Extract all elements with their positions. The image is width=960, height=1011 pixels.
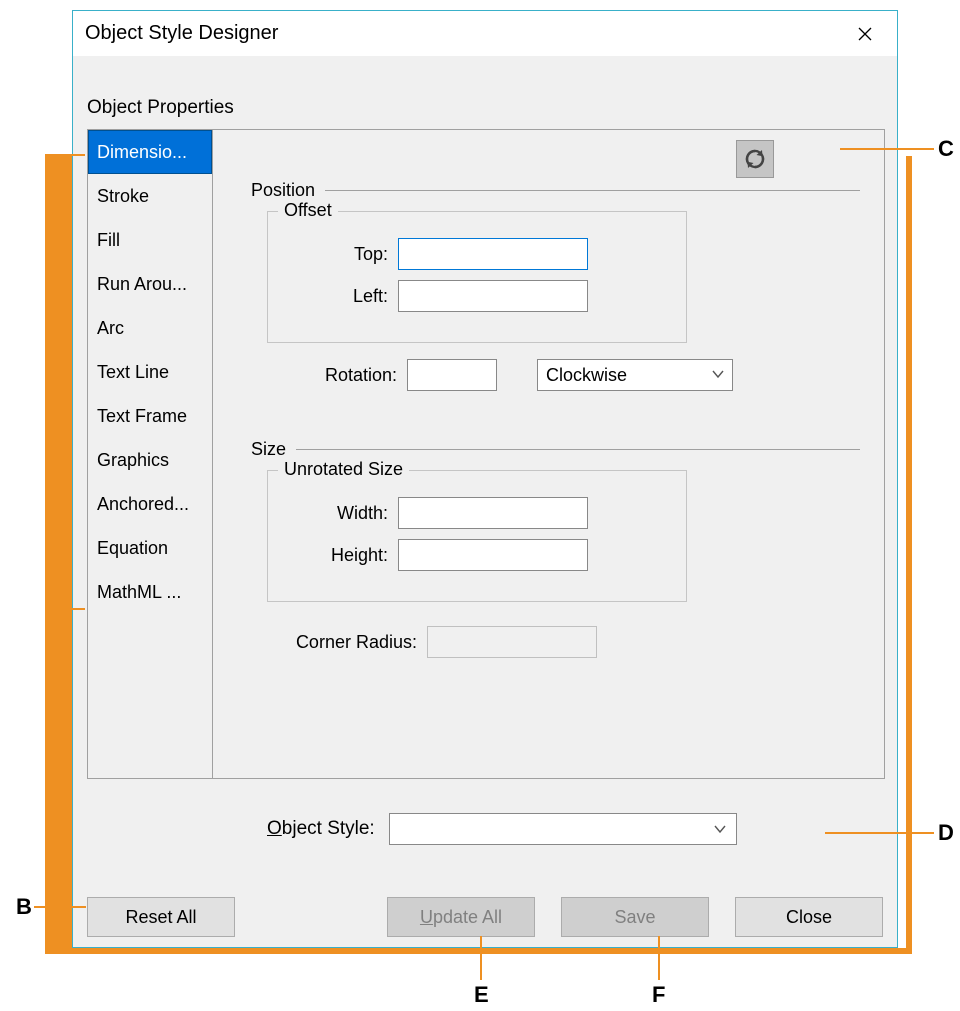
unrotated-size-fieldset: Unrotated Size Width: Height: — [267, 470, 687, 602]
chevron-down-icon — [712, 368, 724, 380]
corner-radius-row: Corner Radius: — [267, 626, 860, 658]
offset-legend: Offset — [278, 200, 338, 221]
rotation-row: Rotation: Clockwise — [267, 359, 860, 391]
tab-fill[interactable]: Fill — [88, 218, 212, 262]
tab-text-line[interactable]: Text Line — [88, 350, 212, 394]
dialog-buttons: Reset All Update All Save Close — [87, 897, 883, 937]
object-properties-label: Object Properties — [87, 97, 234, 119]
offset-fieldset: Offset Top: Left: — [267, 211, 687, 343]
left-label: Left: — [288, 286, 388, 307]
left-input[interactable] — [398, 280, 588, 312]
size-group-header: Size — [251, 439, 860, 460]
corner-radius-input — [427, 626, 597, 658]
update-all-button[interactable]: Update All — [387, 897, 535, 937]
save-button[interactable]: Save — [561, 897, 709, 937]
callout-d: D — [938, 820, 954, 846]
callout-e: E — [474, 982, 489, 1008]
top-input[interactable] — [398, 238, 588, 270]
titlebar: Object Style Designer — [73, 11, 897, 57]
height-label: Height: — [288, 545, 388, 566]
category-tabs: Dimensio... Stroke Fill Run Arou... Arc … — [88, 130, 213, 778]
refresh-icon[interactable] — [736, 140, 774, 178]
rotation-direction-value: Clockwise — [546, 365, 627, 386]
rotation-direction-select[interactable]: Clockwise — [537, 359, 733, 391]
corner-radius-label: Corner Radius: — [267, 632, 417, 653]
object-style-label: Object Style: — [267, 818, 375, 840]
callout-f: F — [652, 982, 665, 1008]
position-group-header: Position — [251, 180, 860, 201]
object-style-row: Object Style: — [267, 813, 737, 845]
width-label: Width: — [288, 503, 388, 524]
properties-panel: Dimensio... Stroke Fill Run Arou... Arc … — [87, 129, 885, 779]
top-label: Top: — [288, 244, 388, 265]
unrotated-legend: Unrotated Size — [278, 459, 409, 480]
tab-text-frame[interactable]: Text Frame — [88, 394, 212, 438]
rotation-input[interactable] — [407, 359, 497, 391]
dialog-title: Object Style Designer — [85, 22, 845, 45]
tab-dimension[interactable]: Dimensio... — [88, 130, 212, 174]
height-input[interactable] — [398, 539, 588, 571]
tab-graphics[interactable]: Graphics — [88, 438, 212, 482]
tab-run-around[interactable]: Run Arou... — [88, 262, 212, 306]
tab-arc[interactable]: Arc — [88, 306, 212, 350]
object-style-designer-dialog: Object Style Designer Object Properties … — [72, 10, 898, 948]
callout-b: B — [16, 894, 32, 920]
object-style-select[interactable] — [389, 813, 737, 845]
chevron-down-icon — [714, 823, 726, 835]
rotation-label: Rotation: — [267, 365, 397, 386]
dimension-content: Position Offset Top: Left: Rotation: Cl — [213, 130, 884, 778]
tab-anchored[interactable]: Anchored... — [88, 482, 212, 526]
tab-equation[interactable]: Equation — [88, 526, 212, 570]
close-button[interactable]: Close — [735, 897, 883, 937]
reset-all-button[interactable]: Reset All — [87, 897, 235, 937]
close-icon[interactable] — [845, 14, 885, 54]
callout-c: C — [938, 136, 954, 162]
tab-mathml[interactable]: MathML ... — [88, 570, 212, 614]
width-input[interactable] — [398, 497, 588, 529]
tab-stroke[interactable]: Stroke — [88, 174, 212, 218]
